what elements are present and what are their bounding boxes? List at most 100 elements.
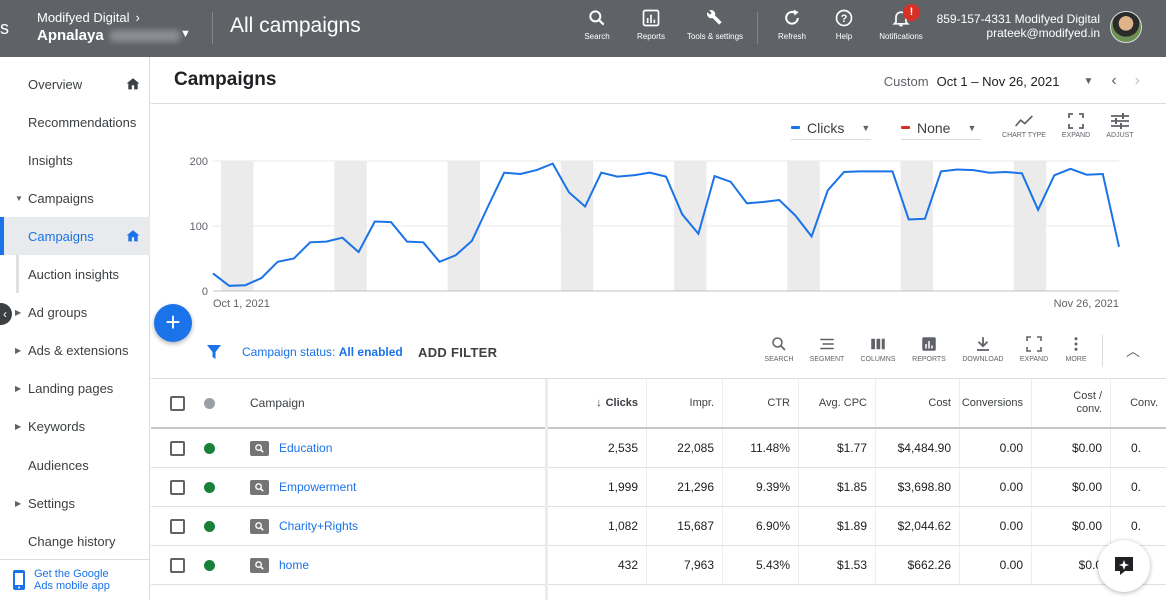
- status-header[interactable]: [204, 379, 215, 427]
- reports-tool-button[interactable]: Reports: [621, 8, 681, 41]
- status-enabled-dot[interactable]: [204, 507, 215, 545]
- sidebar-item-ads-extensions[interactable]: ▶ Ads & extensions: [0, 331, 150, 369]
- user-info[interactable]: 859-157-4331 Modifyed Digital prateek@mo…: [937, 12, 1100, 40]
- column-header-ctr[interactable]: CTR: [722, 379, 798, 427]
- campaign-name-link[interactable]: Empowerment: [279, 480, 356, 494]
- add-filter-button[interactable]: ADD FILTER: [418, 345, 497, 360]
- sidebar-item-auction-insights[interactable]: Auction insights: [0, 255, 150, 293]
- column-header-conv-rate[interactable]: Conv.: [1110, 379, 1166, 427]
- table-row[interactable]: Education 2,535 22,085 11.48% $1.77 $4,484.90…: [151, 429, 1166, 468]
- sparkle-chat-icon: [1115, 557, 1133, 575]
- caret-down-icon: ▼: [15, 193, 23, 203]
- home-icon: [126, 78, 140, 90]
- caret-right-icon: ▶: [15, 498, 22, 508]
- sidebar-item-overview[interactable]: Overview: [0, 65, 150, 103]
- table-row[interactable]: Charity+Rights 1,082 15,687 6.90% $1.89 $2,04…: [151, 507, 1166, 546]
- sidebar-item-settings[interactable]: ▶ Settings: [0, 484, 150, 522]
- sidebar-item-label: Change history: [28, 533, 116, 549]
- svg-text:?: ?: [841, 13, 848, 25]
- chevron-left-icon[interactable]: ‹: [1111, 72, 1116, 90]
- chevron-right-icon[interactable]: ›: [1135, 72, 1140, 90]
- mobile-app-promo[interactable]: Get the Google Ads mobile app: [0, 559, 150, 600]
- reports-icon: [642, 9, 660, 27]
- tools-settings-button[interactable]: Tools & settings: [685, 8, 745, 41]
- search-tool-button[interactable]: Search: [567, 8, 627, 41]
- column-header-clicks[interactable]: ↓ Clicks: [570, 379, 646, 427]
- mobile-app-line2: Ads mobile app: [34, 580, 110, 592]
- column-header-avg-cpc[interactable]: Avg. CPC: [798, 379, 875, 427]
- cell-cost: $2,044.62: [875, 507, 959, 545]
- cell-conversions: 0.00: [959, 546, 1031, 584]
- cell-avg-cpc: $1.85: [798, 468, 875, 506]
- cell-cost-per-conv: $0.00: [1031, 507, 1110, 545]
- table-reports-button[interactable]: REPORTS: [904, 335, 954, 363]
- cell-cost: $3,698.80: [875, 468, 959, 506]
- account-switcher[interactable]: Modifyed Digital › Apnalaya ▼: [37, 10, 191, 44]
- column-header-campaign[interactable]: Campaign: [250, 379, 305, 427]
- sidebar-item-insights[interactable]: Insights: [0, 141, 150, 179]
- sidebar-item-ad-groups[interactable]: ▶ Ad groups: [0, 293, 150, 331]
- collapse-chevron-up-icon[interactable]: ︿: [1126, 341, 1140, 361]
- table-header-row: Campaign ↓ Clicks Impr. CTR Avg. CPC Cos…: [151, 379, 1166, 429]
- row-checkbox[interactable]: [170, 468, 185, 506]
- assistant-button[interactable]: [1098, 540, 1150, 592]
- date-range-picker[interactable]: Custom Oct 1 – Nov 26, 2021 ▼ ‹ ›: [884, 72, 1140, 90]
- cell-conv-rate: 0.: [1110, 468, 1166, 506]
- sidebar-item-landing-pages[interactable]: ▶ Landing pages: [0, 369, 150, 407]
- row-checkbox[interactable]: [170, 429, 185, 467]
- notifications-button[interactable]: ! Notifications: [871, 4, 931, 41]
- status-enabled-dot[interactable]: [204, 429, 215, 467]
- filter-label: Campaign status:: [242, 345, 336, 359]
- search-campaign-icon: [250, 557, 269, 573]
- caret-down-icon[interactable]: ▼: [1083, 76, 1093, 87]
- cell-impr: 22,085: [646, 429, 722, 467]
- refresh-button[interactable]: Refresh: [762, 8, 822, 41]
- cell-ctr: 5.43%: [722, 546, 798, 584]
- search-campaign-icon: [250, 518, 269, 534]
- tool-label: Search: [584, 32, 610, 41]
- row-checkbox[interactable]: [170, 546, 185, 584]
- column-header-cost-per-conv[interactable]: Cost / conv.: [1031, 379, 1110, 427]
- sidebar-item-audiences[interactable]: Audiences: [0, 446, 150, 484]
- column-header-conversions[interactable]: Conversions: [959, 379, 1031, 427]
- campaign-status-filter[interactable]: Campaign status: All enabled: [242, 345, 403, 359]
- segment-button[interactable]: SEGMENT: [802, 335, 852, 363]
- campaign-name-link[interactable]: Education: [279, 441, 332, 455]
- add-campaign-button[interactable]: +: [154, 304, 192, 342]
- help-button[interactable]: ? Help: [814, 8, 874, 41]
- campaigns-table: Campaign ↓ Clicks Impr. CTR Avg. CPC Cos…: [151, 379, 1166, 585]
- select-all-checkbox[interactable]: [170, 379, 185, 427]
- sidebar-item-label: Ad groups: [28, 304, 88, 320]
- download-button[interactable]: DOWNLOAD: [958, 335, 1008, 363]
- y-tick-label: 100: [190, 221, 208, 233]
- campaign-name-link[interactable]: home: [279, 558, 309, 572]
- columns-button[interactable]: COLUMNS: [853, 335, 903, 363]
- cell-cost: $4,484.90: [875, 429, 959, 467]
- sidebar-item-recommendations[interactable]: Recommendations: [0, 103, 150, 141]
- cell-avg-cpc: $1.89: [798, 507, 875, 545]
- search-campaign-icon: [250, 479, 269, 495]
- divider: [757, 12, 758, 44]
- caret-down-icon[interactable]: ▼: [180, 28, 191, 40]
- status-enabled-dot[interactable]: [204, 546, 215, 584]
- table-row[interactable]: Empowerment 1,999 21,296 9.39% $1.85 $3,698.8…: [151, 468, 1166, 507]
- table-row[interactable]: home4327,9635.43%$1.53$662.260.00$0.00.: [151, 546, 1166, 585]
- filter-icon[interactable]: [206, 344, 222, 360]
- row-checkbox[interactable]: [170, 507, 185, 545]
- campaign-name-link[interactable]: Charity+Rights: [279, 519, 358, 533]
- table-tool-label: EXPAND: [1019, 356, 1049, 363]
- more-button[interactable]: MORE: [1051, 335, 1101, 363]
- sidebar-group-campaigns[interactable]: ▼ Campaigns: [0, 179, 150, 217]
- sidebar-item-change-history[interactable]: Change history: [0, 522, 150, 560]
- sidebar-item-campaigns[interactable]: Campaigns: [0, 217, 150, 255]
- status-enabled-dot[interactable]: [204, 468, 215, 506]
- refresh-icon: [785, 9, 799, 25]
- column-header-impr[interactable]: Impr.: [646, 379, 722, 427]
- main-header: Campaigns Custom Oct 1 – Nov 26, 2021 ▼ …: [151, 57, 1166, 104]
- caret-right-icon: ▶: [15, 421, 22, 431]
- column-header-cost[interactable]: Cost: [875, 379, 959, 427]
- table-search-button[interactable]: SEARCH: [754, 335, 804, 363]
- avatar[interactable]: [1110, 11, 1142, 43]
- cell-clicks: 1,999: [607, 480, 638, 494]
- sidebar-item-keywords[interactable]: ▶ Keywords: [0, 407, 150, 445]
